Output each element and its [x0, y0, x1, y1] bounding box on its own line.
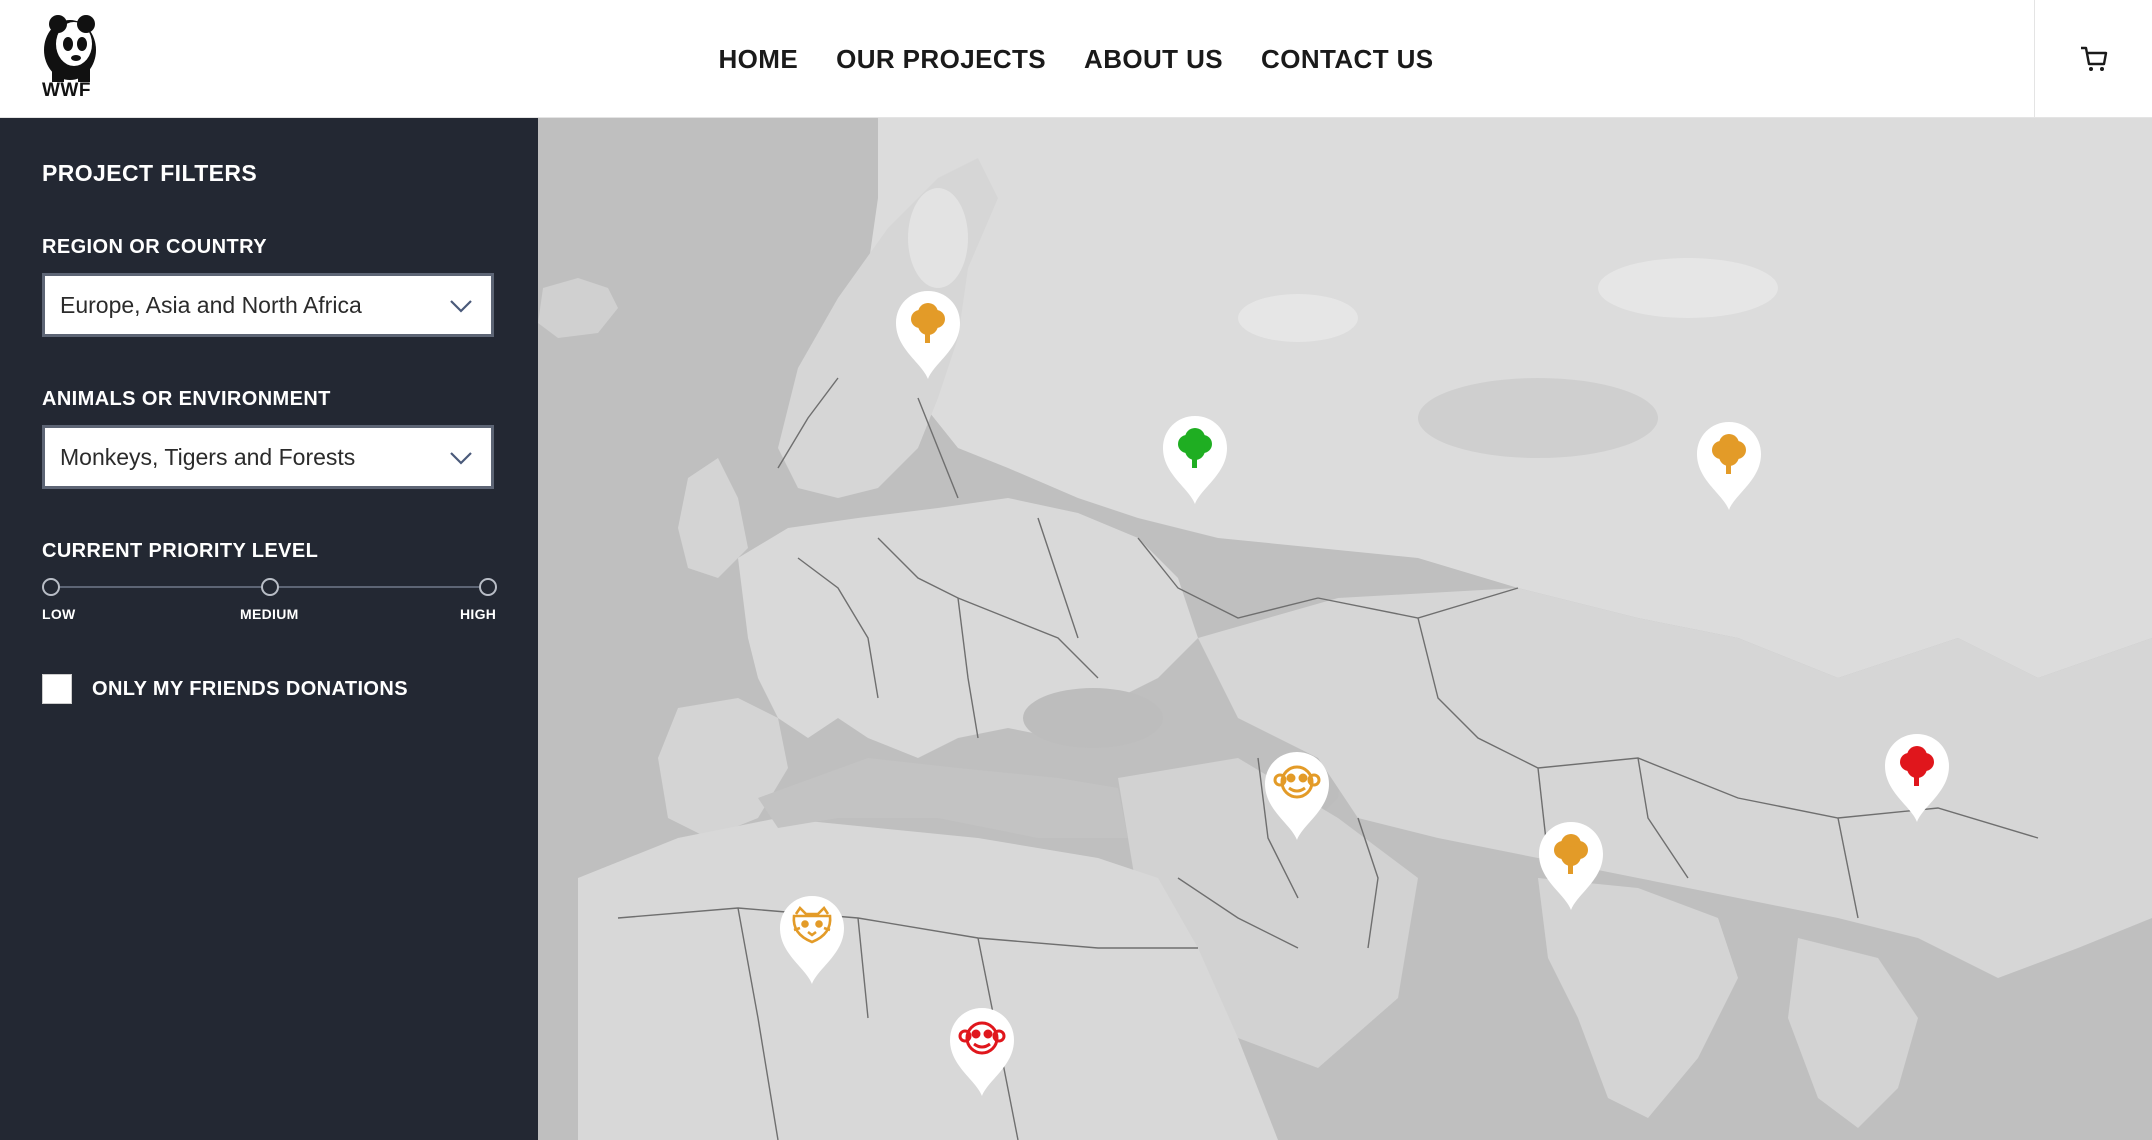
forest-pin-scandinavia[interactable] — [894, 289, 962, 381]
slider-label-medium: MEDIUM — [240, 606, 299, 622]
forest-pin-china[interactable] — [1883, 732, 1951, 824]
chevron-down-icon — [450, 300, 472, 313]
nav-contact-us[interactable]: CONTACT US — [1261, 44, 1434, 75]
animals-select-value: Monkeys, Tigers and Forests — [60, 443, 356, 470]
chevron-down-icon — [450, 452, 472, 465]
main-nav: HOME OUR PROJECTS ABOUT US CONTACT US — [0, 0, 2152, 118]
friends-donations-label: ONLY MY FRIENDS DONATIONS — [92, 677, 408, 700]
header: WWF HOME OUR PROJECTS ABOUT US CONTACT U… — [0, 0, 2152, 118]
region-select[interactable]: Europe, Asia and North Africa — [42, 273, 494, 337]
forest-pin-russia-west[interactable] — [1161, 414, 1229, 506]
friends-donations-toggle[interactable]: ONLY MY FRIENDS DONATIONS — [42, 674, 408, 704]
region-select-value: Europe, Asia and North Africa — [60, 291, 362, 318]
filters-title: PROJECT FILTERS — [42, 160, 258, 186]
tiger-pin-sahara[interactable] — [778, 894, 846, 986]
map-landmass — [538, 118, 2152, 1140]
region-label: REGION OR COUNTRY — [42, 236, 267, 258]
monkey-pin-sudan[interactable] — [948, 1006, 1016, 1098]
animals-label: ANIMALS OR ENVIRONMENT — [42, 388, 331, 410]
priority-slider[interactable]: LOW MEDIUM HIGH — [42, 578, 498, 638]
animals-select[interactable]: Monkeys, Tigers and Forests — [42, 425, 494, 489]
forest-pin-siberia[interactable] — [1695, 420, 1763, 512]
cart-icon — [2080, 46, 2107, 71]
friends-donations-checkbox[interactable] — [42, 674, 72, 704]
filter-sidebar: PROJECT FILTERS REGION OR COUNTRY Europe… — [0, 118, 538, 1140]
slider-stop-high[interactable] — [479, 578, 497, 596]
nav-about-us[interactable]: ABOUT US — [1084, 44, 1223, 75]
priority-label: CURRENT PRIORITY LEVEL — [42, 540, 319, 562]
monkey-pin-iran[interactable] — [1263, 750, 1331, 842]
slider-label-high: HIGH — [460, 606, 497, 622]
forest-pin-india[interactable] — [1537, 820, 1605, 912]
cart-button[interactable] — [2034, 0, 2152, 118]
slider-label-low: LOW — [42, 606, 76, 622]
nav-our-projects[interactable]: OUR PROJECTS — [836, 44, 1046, 75]
nav-home[interactable]: HOME — [718, 44, 798, 75]
slider-stop-medium[interactable] — [261, 578, 279, 596]
project-map[interactable] — [538, 118, 2152, 1140]
slider-stop-low[interactable] — [42, 578, 60, 596]
